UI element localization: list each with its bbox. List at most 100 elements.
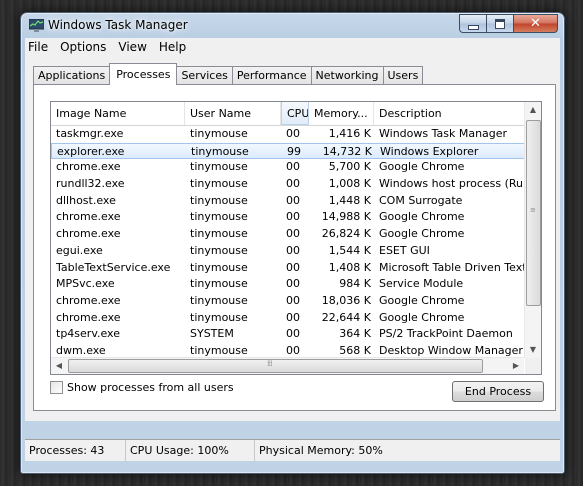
close-button[interactable]: ✕ <box>513 14 558 33</box>
show-all-processes[interactable]: Show processes from all users <box>50 381 234 394</box>
table-row[interactable]: chrome.exe tinymouse 00 22,644 K Google Chro… <box>51 310 525 327</box>
tab-networking[interactable]: Networking <box>310 66 384 85</box>
maximize-button[interactable] <box>486 14 514 33</box>
column-memory[interactable]: Memory... <box>309 102 374 125</box>
table-row[interactable]: chrome.exe tinymouse 00 14,988 K Google Chro… <box>51 209 525 226</box>
cell-user-name: tinymouse <box>190 260 248 274</box>
cell-memory: 1,008 K <box>328 177 371 191</box>
cell-description: Service Module <box>379 277 464 291</box>
menu-help[interactable]: Help <box>153 38 192 56</box>
status-bar: Processes: 43 CPU Usage: 100% Physical M… <box>21 427 564 473</box>
horizontal-scrollbar[interactable]: ◀ ⁞⁞⁞ ▶ <box>51 357 524 374</box>
end-process-button[interactable]: End Process <box>452 381 544 402</box>
menu-view[interactable]: View <box>112 38 152 56</box>
cell-memory: 14,988 K <box>321 210 371 224</box>
cell-cpu: 00 <box>286 227 300 241</box>
cell-description: Google Chrome <box>379 160 465 174</box>
cell-description: Windows host process (Rundll3 <box>379 177 525 191</box>
table-row[interactable]: taskmgr.exe tinymouse 00 1,416 K Windows Tas… <box>51 126 525 143</box>
tab-processes[interactable]: Processes <box>109 63 178 85</box>
cell-description: Google Chrome <box>379 227 465 241</box>
client-area: Applications Processes Services Performa… <box>25 56 560 421</box>
tab-strip: Applications Processes Services Performa… <box>33 63 424 85</box>
cell-memory: 5,700 K <box>328 160 371 174</box>
maximize-icon <box>495 19 505 29</box>
scroll-left-icon[interactable]: ◀ <box>51 358 67 374</box>
cell-user-name: tinymouse <box>190 160 248 174</box>
column-image-name[interactable]: Image Name <box>51 102 185 125</box>
table-row[interactable]: chrome.exe tinymouse 00 5,700 K Google Chrom… <box>51 159 525 176</box>
table-row[interactable]: rundll32.exe tinymouse 00 1,008 K Windows ho… <box>51 176 525 193</box>
processes-panel: Image Name User Name ⌄ CPU Memory... Des… <box>33 84 556 411</box>
cell-image-name: TableTextService.exe <box>56 260 171 274</box>
cell-cpu: 00 <box>286 260 300 274</box>
cell-image-name: chrome.exe <box>56 293 121 307</box>
horizontal-scroll-thumb[interactable]: ⁞⁞⁞ <box>68 359 483 373</box>
cell-description: Google Chrome <box>379 310 465 324</box>
table-row[interactable]: dllhost.exe tinymouse 00 1,448 K COM Surroga… <box>51 193 525 210</box>
status-cpu-usage: CPU Usage: 100% <box>126 440 255 461</box>
cell-memory: 1,408 K <box>328 260 371 274</box>
column-user-name[interactable]: User Name <box>185 102 281 125</box>
cell-cpu: 00 <box>286 193 300 207</box>
table-row[interactable]: tp4serv.exe SYSTEM 00 364 K PS/2 TrackPoint … <box>51 326 525 343</box>
cell-cpu: 00 <box>286 210 300 224</box>
cell-memory: 984 K <box>339 277 371 291</box>
tab-users[interactable]: Users <box>382 66 424 85</box>
table-row[interactable]: chrome.exe tinymouse 00 26,824 K Google Chro… <box>51 226 525 243</box>
vertical-scroll-thumb[interactable]: ≡ <box>526 120 541 306</box>
table-row[interactable]: egui.exe tinymouse 00 1,544 K ESET GUI <box>51 243 525 260</box>
caption-buttons: ✕ <box>459 14 558 33</box>
menu-file[interactable]: File <box>25 38 54 56</box>
scroll-down-icon[interactable]: ▼ <box>525 342 541 358</box>
tab-services[interactable]: Services <box>176 66 233 85</box>
cell-user-name: tinymouse <box>190 177 248 191</box>
cell-user-name: tinymouse <box>190 210 248 224</box>
table-row[interactable]: explorer.exe tinymouse 99 14,732 K Windows E… <box>51 142 525 160</box>
cell-cpu: 00 <box>286 243 300 257</box>
cell-image-name: chrome.exe <box>56 227 121 241</box>
cell-user-name: tinymouse <box>190 277 248 291</box>
cell-description: COM Surrogate <box>379 193 463 207</box>
scroll-right-icon[interactable]: ▶ <box>508 358 524 374</box>
cell-image-name: MPSvc.exe <box>56 277 115 291</box>
window-title: Windows Task Manager <box>48 18 188 32</box>
cell-memory: 18,036 K <box>321 293 371 307</box>
cell-image-name: dllhost.exe <box>56 193 116 207</box>
column-cpu[interactable]: ⌄ CPU <box>281 102 309 125</box>
cell-memory: 364 K <box>339 327 371 341</box>
cell-user-name: tinymouse <box>190 127 248 140</box>
show-all-label: Show processes from all users <box>67 381 234 394</box>
process-list[interactable]: Image Name User Name ⌄ CPU Memory... Des… <box>50 101 542 375</box>
tab-applications[interactable]: Applications <box>33 66 111 85</box>
column-description[interactable]: Description <box>374 102 525 125</box>
minimize-button[interactable] <box>459 14 487 33</box>
scrollbar-corner <box>525 358 541 374</box>
cell-user-name: tinymouse <box>190 293 248 307</box>
cell-description: PS/2 TrackPoint Daemon <box>379 327 513 341</box>
scroll-up-icon[interactable]: ▲ <box>525 102 541 118</box>
close-icon: ✕ <box>530 16 541 31</box>
cell-memory: 14,732 K <box>322 144 372 158</box>
cell-image-name: egui.exe <box>56 243 103 257</box>
task-manager-icon <box>29 19 44 32</box>
tab-performance[interactable]: Performance <box>231 66 312 85</box>
vertical-scrollbar[interactable]: ▲ ≡ ▼ <box>524 102 541 358</box>
process-list-header: Image Name User Name ⌄ CPU Memory... Des… <box>51 102 525 126</box>
cell-cpu: 99 <box>287 144 301 158</box>
cell-image-name: taskmgr.exe <box>56 127 124 140</box>
cell-image-name: chrome.exe <box>56 160 121 174</box>
cell-description: Windows Task Manager <box>379 127 508 140</box>
table-row[interactable]: chrome.exe tinymouse 00 18,036 K Google Chro… <box>51 293 525 310</box>
menu-options[interactable]: Options <box>54 38 112 56</box>
cell-cpu: 00 <box>286 327 300 341</box>
title-bar[interactable]: Windows Task Manager ✕ <box>21 13 564 38</box>
cell-image-name: tp4serv.exe <box>56 327 120 341</box>
table-row[interactable]: TableTextService.exe tinymouse 00 1,408 K Mi… <box>51 260 525 277</box>
grip-icon: ⁞⁞⁞ <box>267 359 273 368</box>
cell-image-name: explorer.exe <box>57 144 125 158</box>
table-row[interactable]: MPSvc.exe tinymouse 00 984 K Service Module <box>51 276 525 293</box>
cell-description: Google Chrome <box>379 293 465 307</box>
cell-user-name: tinymouse <box>190 243 248 257</box>
show-all-checkbox[interactable] <box>50 381 63 394</box>
